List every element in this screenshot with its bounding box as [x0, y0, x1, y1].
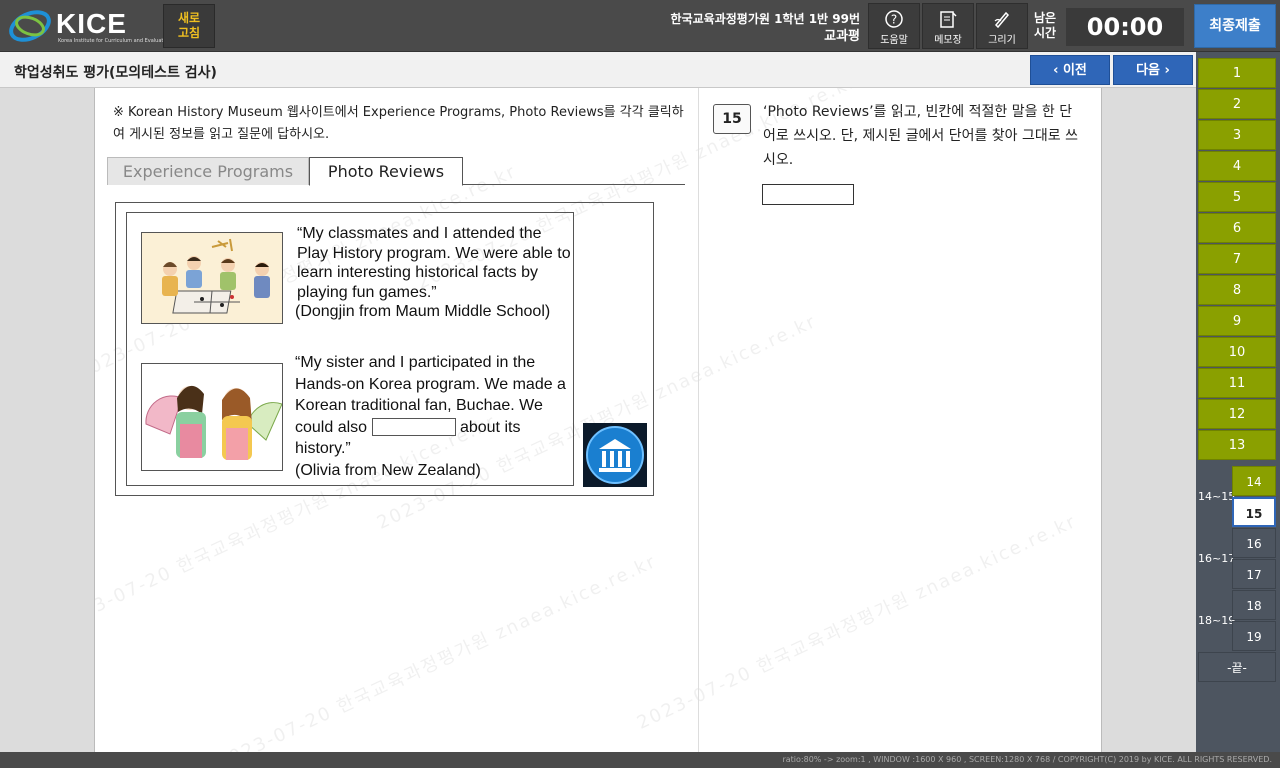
passage-tabs: Experience Programs Photo Reviews	[107, 157, 685, 186]
student-info: 한국교육과정평가원 1학년 1반 99번 교과평	[671, 10, 860, 46]
kice-logo-icon	[9, 10, 51, 42]
kids-game-illustration-icon	[142, 233, 282, 323]
review-2: “My sister and I participated in the Han…	[295, 352, 575, 481]
page-title: 학업성취도 평가(모의테스트 검사)	[14, 65, 217, 81]
qnav-item-9[interactable]: 9	[1198, 306, 1276, 336]
qnav-item-15[interactable]: 15	[1232, 497, 1276, 527]
photo-reviews-panel: “My classmates and I attended the Play H…	[115, 202, 654, 496]
review-image-kids-playing-game	[141, 232, 283, 324]
watermark-text: 2023-07-20 한국교육과정평가원 znaea.kice.re.kr	[213, 550, 661, 752]
draw-label: 그리기	[988, 35, 1016, 46]
help-button[interactable]: ? 도움말	[868, 3, 920, 49]
question-navigator: 1 2 3 4 5 6 7 8 9 10 11 12 13 14~15 14 1…	[1196, 52, 1280, 752]
qnav-item-3[interactable]: 3	[1198, 120, 1276, 150]
timer-display: 00:00	[1066, 8, 1184, 46]
tab-photo-reviews[interactable]: Photo Reviews	[309, 157, 463, 186]
remaining-time-label: 남은 시간	[1034, 11, 1056, 41]
footer-info: ratio:80% -> zoom:1 , WINDOW :1600 X 960…	[0, 752, 1280, 768]
prev-button[interactable]: ‹ 이전	[1030, 55, 1110, 85]
answer-input[interactable]	[762, 184, 854, 205]
review-blank	[371, 418, 456, 437]
qnav-item-12[interactable]: 12	[1198, 399, 1276, 429]
student-name: 교과평	[824, 29, 860, 44]
qnav-item-6[interactable]: 6	[1198, 213, 1276, 243]
qnav-item-19[interactable]: 19	[1232, 621, 1276, 651]
refresh-button[interactable]: 새로 고침	[163, 4, 215, 48]
top-bar: KICE Korea Institute for Curriculum and …	[0, 0, 1280, 52]
qnav-item-18[interactable]: 18	[1232, 590, 1276, 620]
question-number: 15	[713, 104, 751, 134]
final-submit-button[interactable]: 최종제출	[1194, 4, 1276, 48]
watermark-text: 2023-07-20 한국교육과정평가원 znaea.kice.re.kr	[633, 510, 1081, 734]
museum-icon	[583, 423, 647, 487]
time-label-2: 시간	[1034, 26, 1057, 40]
qnav-group-14-15[interactable]: 14~15	[1198, 466, 1235, 528]
qnav-item-17[interactable]: 17	[1232, 559, 1276, 589]
qnav-group-16-17[interactable]: 16~17	[1198, 528, 1235, 590]
qnav-item-13[interactable]: 13	[1198, 430, 1276, 460]
school-class-text: 한국교육과정평가원 1학년 1반 99번	[670, 12, 860, 26]
content-area: 2023-07-20 한국교육과정평가원 znaea.kice.re.kr 20…	[94, 88, 1102, 752]
qnav-item-16[interactable]: 16	[1232, 528, 1276, 558]
qnav-item-5[interactable]: 5	[1198, 182, 1276, 212]
memo-button[interactable]: 메모장	[922, 3, 974, 49]
qnav-item-10[interactable]: 10	[1198, 337, 1276, 367]
qnav-item-1[interactable]: 1	[1198, 58, 1276, 88]
passage-instruction: ※ Korean History Museum 웹사이트에서 Experienc…	[113, 105, 684, 142]
qnav-end[interactable]: -끝-	[1198, 652, 1276, 682]
logo-text: KICE	[56, 8, 127, 39]
refresh-label-2: 고침	[177, 26, 201, 40]
help-icon: ?	[885, 10, 903, 28]
qnav-item-7[interactable]: 7	[1198, 244, 1276, 274]
time-label-1: 남은	[1034, 11, 1057, 25]
qnav-item-2[interactable]: 2	[1198, 89, 1276, 119]
column-divider	[698, 88, 699, 752]
review-1-quote: “My classmates and I attended the Play H…	[297, 225, 571, 301]
refresh-label-1: 새로	[177, 11, 201, 25]
review-image-girls-with-fans	[141, 363, 283, 471]
memo-label: 메모장	[934, 35, 962, 46]
tab-experience-programs[interactable]: Experience Programs	[107, 157, 309, 185]
qnav-item-14[interactable]: 14	[1232, 466, 1276, 496]
next-button[interactable]: 다음 ›	[1113, 55, 1193, 85]
help-label: 도움말	[880, 35, 908, 46]
review-1: “My classmates and I attended the Play H…	[295, 224, 575, 322]
pen-icon	[994, 11, 1010, 29]
qnav-item-8[interactable]: 8	[1198, 275, 1276, 305]
qnav-item-4[interactable]: 4	[1198, 151, 1276, 181]
qnav-group-18-19[interactable]: 18~19	[1198, 590, 1235, 652]
kice-logo: KICE Korea Institute for Curriculum and …	[8, 6, 171, 46]
svg-text:?: ?	[891, 13, 897, 27]
reviews-box: “My classmates and I attended the Play H…	[126, 212, 574, 486]
question-text: ‘Photo Reviews’를 읽고, 빈칸에 적절한 말을 한 단어로 쓰시…	[763, 104, 1078, 168]
review-1-author: (Dongjin from Maum Middle School)	[295, 303, 551, 320]
memo-icon	[940, 11, 957, 28]
logo-subtitle: Korea Institute for Curriculum and Evalu…	[58, 38, 171, 44]
review-2-author: (Olivia from New Zealand)	[295, 461, 481, 479]
draw-button[interactable]: 그리기	[976, 3, 1028, 49]
title-bar: 학업성취도 평가(모의테스트 검사) ‹ 이전 다음 ›	[0, 52, 1196, 88]
qnav-item-11[interactable]: 11	[1198, 368, 1276, 398]
girls-fans-illustration-icon	[142, 364, 282, 470]
